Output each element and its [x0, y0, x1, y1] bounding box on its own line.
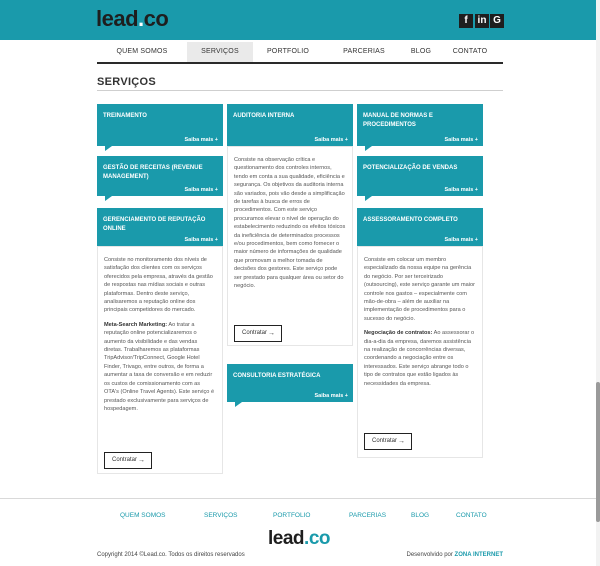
card-gestao-receitas[interactable]: GESTÃO DE RECEITAS (REVENUE MANAGEMENT) …: [97, 156, 223, 201]
copyright-text: Copyright 2014 ©Lead.co. Todos os direit…: [97, 552, 245, 558]
footer-logo-co: co: [308, 528, 331, 549]
card-pointer: [105, 146, 112, 151]
arrow-right-icon: →: [138, 457, 145, 464]
card-text-label: Meta-Search Marketing:: [104, 321, 168, 328]
button-label: Contratar: [112, 457, 138, 463]
googleplus-icon[interactable]: G: [490, 14, 504, 28]
footer-nav-blog[interactable]: BLOG: [411, 512, 429, 519]
card-pointer: [105, 196, 112, 201]
card-treinamento[interactable]: TREINAMENTO Saiba mais +: [97, 104, 223, 151]
card-title: ASSESSORAMENTO COMPLETO: [363, 217, 458, 223]
card-text: Meta-Search Marketing: Ao tratar a reput…: [104, 321, 216, 413]
card-auditoria[interactable]: AUDITORIA INTERNA Saiba mais +: [227, 104, 353, 151]
top-header: lead.co f in G: [0, 0, 600, 40]
page-title: SERVIÇOS: [97, 76, 157, 88]
card-pointer: [365, 146, 372, 151]
saiba-mais-link[interactable]: Saiba mais +: [315, 393, 348, 399]
footer-logo[interactable]: lead.co: [268, 528, 331, 550]
card-reputacao-body: Consiste no monitoramento dos níveis de …: [97, 246, 223, 474]
nav-portfolio[interactable]: PORTFOLIO: [253, 42, 323, 62]
saiba-mais-link[interactable]: Saiba mais +: [445, 187, 478, 193]
saiba-mais-link[interactable]: Saiba mais +: [445, 237, 478, 243]
footer-logo-main: lead: [268, 528, 305, 549]
button-label: Contratar: [372, 438, 398, 444]
nav-contato[interactable]: CONTATO: [437, 42, 503, 62]
logo-co: co: [143, 6, 169, 31]
card-title: POTENCIALIZAÇÃO DE VENDAS: [363, 165, 458, 171]
card-assessoramento-body: Consiste em colocar um membro especializ…: [357, 246, 483, 458]
main-nav: QUEM SOMOS SERVIÇOS PORTFOLIO PARCERIAS …: [97, 42, 503, 64]
card-title: GESTÃO DE RECEITAS (REVENUE MANAGEMENT): [103, 165, 203, 180]
card-title: GERENCIAMENTO DE REPUTAÇÃO ONLINE: [103, 217, 206, 232]
card-manual[interactable]: MANUAL DE NORMAS E PROCEDIMENTOS Saiba m…: [357, 104, 483, 151]
logo-main: lead: [96, 6, 139, 31]
title-divider: [97, 90, 503, 91]
scrollbar-thumb[interactable]: [596, 382, 600, 522]
footer-nav-portfolio[interactable]: PORTFOLIO: [273, 512, 310, 519]
contratar-button[interactable]: Contratar →: [104, 452, 152, 469]
card-title: MANUAL DE NORMAS E PROCEDIMENTOS: [363, 113, 433, 128]
card-text-label: Negociação de contratos:: [364, 330, 433, 337]
logo[interactable]: lead.co: [96, 6, 169, 32]
card-text-rest: Ao tratar a reputação online potencializ…: [104, 321, 215, 412]
footer-nav-quem-somos[interactable]: QUEM SOMOS: [120, 512, 166, 519]
saiba-mais-link[interactable]: Saiba mais +: [185, 137, 218, 143]
nav-parcerias[interactable]: PARCERIAS: [323, 42, 405, 62]
card-text: Consiste em colocar um membro especializ…: [364, 257, 475, 322]
arrow-right-icon: →: [268, 330, 275, 337]
card-text: Consiste no monitoramento dos níveis de …: [104, 257, 213, 314]
saiba-mais-link[interactable]: Saiba mais +: [185, 187, 218, 193]
footer-nav-contato[interactable]: CONTATO: [456, 512, 487, 519]
linkedin-icon[interactable]: in: [475, 14, 489, 28]
card-text: Negociação de contratos: Ao assessorar o…: [364, 329, 476, 388]
card-reputacao[interactable]: GERENCIAMENTO DE REPUTAÇÃO ONLINE Saiba …: [97, 208, 223, 251]
card-assessoramento[interactable]: ASSESSORAMENTO COMPLETO Saiba mais +: [357, 208, 483, 251]
card-title: AUDITORIA INTERNA: [233, 113, 295, 119]
developer-link[interactable]: ZONA INTERNET: [455, 552, 503, 558]
card-title: CONSULTORIA ESTRATÉGICA: [233, 373, 321, 379]
footer-nav-servicos[interactable]: SERVIÇOS: [204, 512, 237, 519]
nav-quem-somos[interactable]: QUEM SOMOS: [97, 42, 187, 62]
card-text-rest: Ao assessorar o dia-a-dia da empresa, da…: [364, 330, 475, 387]
card-auditoria-body: Consiste na observação crítica e questio…: [227, 146, 353, 346]
footer-nav-parcerias[interactable]: PARCERIAS: [349, 512, 386, 519]
saiba-mais-link[interactable]: Saiba mais +: [315, 137, 348, 143]
card-vendas[interactable]: POTENCIALIZAÇÃO DE VENDAS Saiba mais +: [357, 156, 483, 201]
saiba-mais-link[interactable]: Saiba mais +: [445, 137, 478, 143]
facebook-icon[interactable]: f: [459, 14, 473, 28]
card-title: TREINAMENTO: [103, 113, 147, 119]
nav-blog[interactable]: BLOG: [405, 42, 437, 62]
card-text: Consiste na observação crítica e questio…: [234, 157, 346, 290]
button-label: Contratar: [242, 330, 268, 336]
nav-servicos[interactable]: SERVIÇOS: [187, 42, 253, 62]
footer-divider: [0, 498, 600, 499]
saiba-mais-link[interactable]: Saiba mais +: [185, 237, 218, 243]
developer-credit: Desenvolvido por ZONA INTERNET: [407, 552, 503, 558]
card-pointer: [235, 402, 242, 407]
developer-label: Desenvolvido por: [406, 552, 455, 558]
card-pointer: [365, 196, 372, 201]
card-consultoria[interactable]: CONSULTORIA ESTRATÉGICA Saiba mais +: [227, 364, 353, 407]
contratar-button[interactable]: Contratar →: [364, 433, 412, 450]
contratar-button[interactable]: Contratar →: [234, 325, 282, 342]
arrow-right-icon: →: [398, 438, 405, 445]
